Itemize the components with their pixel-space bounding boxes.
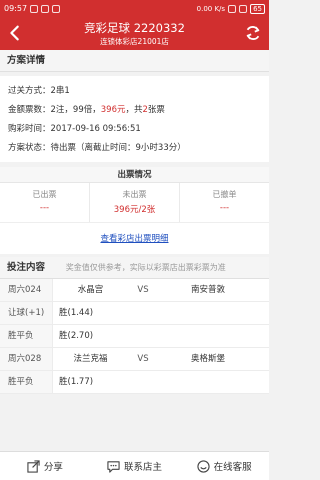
ticket-status-panel: 出票情况 已出票 --- 未出票 396元/2张 已撤单 ---: [0, 167, 269, 222]
plan-status-row: 方案状态：待出票（离截止时间：9小时33分）: [8, 139, 261, 158]
issued-label: 已出票: [32, 190, 57, 199]
issued-value: ---: [39, 203, 50, 213]
headset-icon: [197, 459, 210, 473]
plan-details: 过关方式：2串1 金额票数：2注，99倍，396元，共2张票 购彩时间：2017…: [0, 76, 269, 162]
purchase-time-value: 2017-09-16 09:56:51: [50, 124, 141, 134]
selection-odds: 胜(2.70): [59, 331, 94, 341]
plan-status-label: 方案状态：: [8, 143, 51, 153]
notification-icon: [30, 4, 39, 13]
online-service-button[interactable]: 在线客服: [179, 452, 269, 480]
selection-row: 胜平负 胜(1.77): [0, 371, 269, 394]
bet-content-heading: 投注内容: [7, 262, 46, 273]
plan-details-heading: 方案详情: [0, 50, 269, 72]
bottom-action-bar: 分享 联系店主 在线客服: [0, 451, 269, 480]
purchase-time-label: 购彩时间：: [8, 124, 51, 134]
selection-row: 胜平负 胜(2.70): [0, 325, 269, 348]
selection-odds: 胜(1.44): [59, 308, 94, 318]
battery-level: 65: [250, 3, 265, 14]
header-bar: 竞彩足球 2220332 连锁体彩店21001店: [0, 17, 269, 50]
pass-method-row: 过关方式：2串1: [8, 82, 261, 101]
home-team: 法兰克福: [73, 354, 108, 364]
ticket-status-title: 出票情况: [0, 167, 269, 183]
online-service-label: 在线客服: [213, 462, 252, 473]
pass-method-value: 2串1: [50, 86, 70, 96]
amount-row: 金额票数：2注，99倍，396元，共2张票: [8, 101, 261, 120]
store-name: 连锁体彩店21001店: [100, 37, 169, 46]
vs-label: VS: [137, 354, 149, 364]
home-team: 水晶宫: [77, 285, 104, 295]
selection-odds: 胜(1.77): [59, 377, 94, 387]
issued-column: 已出票 ---: [0, 183, 90, 222]
chat-icon: [107, 460, 120, 473]
match-code: 周六024: [0, 279, 53, 301]
view-ticket-details-link[interactable]: 查看彩店出票明细: [100, 234, 168, 244]
cancelled-value: ---: [219, 203, 230, 213]
amount-part2: ，共: [125, 105, 143, 115]
amount-part3: 张票: [147, 105, 165, 115]
contact-owner-label: 联系店主: [124, 462, 163, 473]
amount-part1: 2注，99倍，: [50, 105, 101, 115]
network-speed: 0.00 K/s: [196, 4, 226, 13]
selection-row: 让球(+1) 胜(1.44): [0, 302, 269, 325]
amount-label: 金额票数：: [8, 105, 51, 115]
ticket-detail-link-row: 查看彩店出票明细: [0, 222, 269, 254]
match-code: 周六028: [0, 348, 53, 370]
contact-owner-button[interactable]: 联系店主: [90, 452, 180, 480]
pending-label: 未出票: [122, 190, 147, 199]
purchase-time-row: 购彩时间：2017-09-16 09:56:51: [8, 120, 261, 139]
refresh-icon[interactable]: [244, 24, 262, 42]
app-icon: [41, 4, 50, 13]
bet-content-note: 奖金值仅供参考，实际以彩票店出票彩票为准: [65, 263, 226, 272]
amount-money: 396元: [100, 105, 126, 115]
bet-list: 周六024 水晶宫 VS 南安普敦 让球(+1) 胜(1.44) 胜平负 胜(2…: [0, 279, 269, 394]
away-team: 南安普敦: [190, 285, 225, 295]
plan-status-value: 待出票（离截止时间：9小时33分）: [50, 143, 186, 153]
page-title: 竞彩足球 2220332: [84, 21, 185, 35]
status-time: 09:57: [4, 4, 28, 13]
signal-icon: [239, 4, 248, 13]
share-label: 分享: [43, 462, 63, 473]
wifi-icon: [228, 4, 237, 13]
share-button[interactable]: 分享: [0, 452, 90, 480]
status-bar: 09:57 0.00 K/s 65: [0, 0, 269, 17]
bet-content-heading-bar: 投注内容 奖金值仅供参考，实际以彩票店出票彩票为准: [0, 257, 269, 279]
play-type: 让球(+1): [0, 302, 53, 324]
match-row: 周六028 法兰克福 VS 奥格斯堡: [0, 348, 269, 371]
play-type: 胜平负: [0, 325, 53, 347]
pending-value: 396元/2张: [113, 205, 156, 215]
play-type: 胜平负: [0, 371, 53, 393]
message-icon: [52, 4, 61, 13]
share-icon: [27, 459, 40, 473]
cancelled-label: 已撤单: [212, 190, 237, 199]
vs-label: VS: [137, 285, 149, 295]
match-row: 周六024 水晶宫 VS 南安普敦: [0, 279, 269, 302]
pass-method-label: 过关方式：: [8, 86, 51, 96]
pending-column: 未出票 396元/2张: [90, 183, 180, 222]
away-team: 奥格斯堡: [190, 354, 225, 364]
cancelled-column: 已撤单 ---: [180, 183, 269, 222]
